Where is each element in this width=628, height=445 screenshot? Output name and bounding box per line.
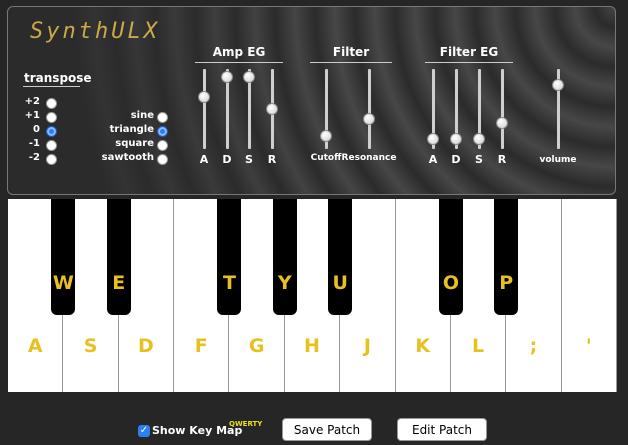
transpose-radio[interactable] <box>46 154 57 165</box>
amp-eg-slider[interactable] <box>198 69 210 149</box>
black-key[interactable]: Y <box>272 199 297 315</box>
filter-title: Filter <box>332 45 370 59</box>
transpose-radio[interactable] <box>46 98 57 109</box>
transpose-option-label: 0 <box>33 124 40 135</box>
waveform-radio[interactable] <box>157 140 168 151</box>
transpose-label: transpose <box>24 71 92 85</box>
slider-thumb[interactable] <box>266 103 278 115</box>
control-panel: SynthULX transpose +2 +1 0 -1 -2 sine triangl… <box>7 6 616 195</box>
black-key[interactable]: O <box>438 199 463 315</box>
waveform-radio[interactable] <box>157 154 168 165</box>
black-key-label: T <box>222 272 236 294</box>
amp-eg-label: S <box>245 153 253 166</box>
slider-thumb[interactable] <box>552 78 564 91</box>
black-key-label: W <box>52 272 74 294</box>
filter-eg-slider[interactable] <box>496 69 508 149</box>
app-logo: SynthULX <box>30 19 160 44</box>
amp-eg-label: R <box>267 153 277 166</box>
filter-slider[interactable] <box>363 69 375 149</box>
amp-eg-slider[interactable] <box>221 69 233 149</box>
filter-label: Resonance <box>341 153 397 163</box>
save-patch-button[interactable]: Save Patch <box>282 418 372 441</box>
slider-thumb[interactable] <box>473 132 485 145</box>
slider-thumb[interactable] <box>496 116 508 129</box>
white-key-label: F <box>194 335 208 357</box>
transpose-divider <box>23 86 80 87</box>
piano-keyboard: A S D F G H J K L; ' W E T Y U O P <box>8 199 617 392</box>
slider-thumb[interactable] <box>198 90 210 103</box>
slider-thumb[interactable] <box>427 132 439 145</box>
transpose-option-label: +1 <box>24 110 40 121</box>
filter-eg-title: Filter EG <box>439 45 499 59</box>
black-key-label: E <box>112 272 126 294</box>
black-key[interactable]: W <box>51 199 76 315</box>
filter-slider[interactable] <box>320 69 332 149</box>
filter-eg-label: S <box>475 153 483 166</box>
filter-eg-divider <box>425 62 513 63</box>
amp-eg-slider[interactable] <box>243 69 255 149</box>
white-key-label: H <box>304 335 320 357</box>
white-key-label: ; <box>529 335 538 357</box>
slider-thumb[interactable] <box>243 71 255 84</box>
amp-eg-label: A <box>199 153 209 166</box>
white-key-label: A <box>27 335 43 357</box>
filter-eg-slider[interactable] <box>427 69 439 149</box>
waveform-option-label: sine <box>130 110 154 121</box>
slider-thumb[interactable] <box>363 112 375 125</box>
transpose-radio[interactable] <box>46 140 57 151</box>
filter-eg-label: R <box>497 153 507 166</box>
filter-eg-label: A <box>428 153 438 166</box>
waveform-option-label: square <box>115 138 154 149</box>
black-key[interactable]: U <box>328 199 353 315</box>
waveform-option-label: triangle <box>109 124 154 135</box>
transpose-option-label: -2 <box>28 152 40 163</box>
black-key[interactable]: E <box>106 199 131 315</box>
filter-divider <box>310 62 392 63</box>
white-key-label: K <box>415 335 431 357</box>
slider-track <box>368 69 371 149</box>
white-key-label: S <box>83 335 98 357</box>
black-key-label: O <box>442 272 459 294</box>
waveform-option-label: sawtooth <box>101 152 154 163</box>
synth-app: SynthULX transpose +2 +1 0 -1 -2 sine triangl… <box>0 0 628 445</box>
slider-thumb[interactable] <box>221 71 233 84</box>
black-key-label: P <box>499 272 514 294</box>
show-key-map-checkbox[interactable]: ✓ <box>138 425 150 437</box>
amp-eg-label: D <box>222 153 232 166</box>
edit-patch-button[interactable]: Edit Patch <box>397 418 487 441</box>
white-key-label: ' <box>585 335 592 357</box>
waveform-radio[interactable] <box>157 126 168 137</box>
white-key-label: L <box>472 335 485 357</box>
white-key-label: G <box>248 335 265 357</box>
slider-thumb[interactable] <box>450 132 462 145</box>
volume-label: volume <box>539 155 577 165</box>
slider-track <box>203 69 206 149</box>
filter-eg-label: D <box>451 153 461 166</box>
white-key-label: J <box>363 335 371 357</box>
slider-track <box>501 69 504 149</box>
black-key-label: U <box>332 272 348 294</box>
black-key-label: Y <box>277 272 292 294</box>
transpose-radio[interactable] <box>46 126 57 137</box>
waveform-radio[interactable] <box>157 112 168 123</box>
amp-eg-slider[interactable] <box>266 69 278 149</box>
white-key[interactable]: ' <box>561 199 617 392</box>
filter-eg-slider[interactable] <box>473 69 485 149</box>
transpose-option-label: -1 <box>28 138 40 149</box>
white-key-label: D <box>138 335 154 357</box>
slider-thumb[interactable] <box>320 130 332 143</box>
volume-slider[interactable] <box>552 69 564 149</box>
filter-eg-slider[interactable] <box>450 69 462 149</box>
black-key[interactable]: T <box>217 199 242 315</box>
keyboard-layout-badge[interactable]: QWERTY <box>229 420 262 428</box>
transpose-radio[interactable] <box>46 112 57 123</box>
amp-eg-divider <box>195 62 283 63</box>
black-key[interactable]: P <box>494 199 519 315</box>
amp-eg-title: Amp EG <box>212 45 266 59</box>
transpose-option-label: +2 <box>24 96 40 107</box>
